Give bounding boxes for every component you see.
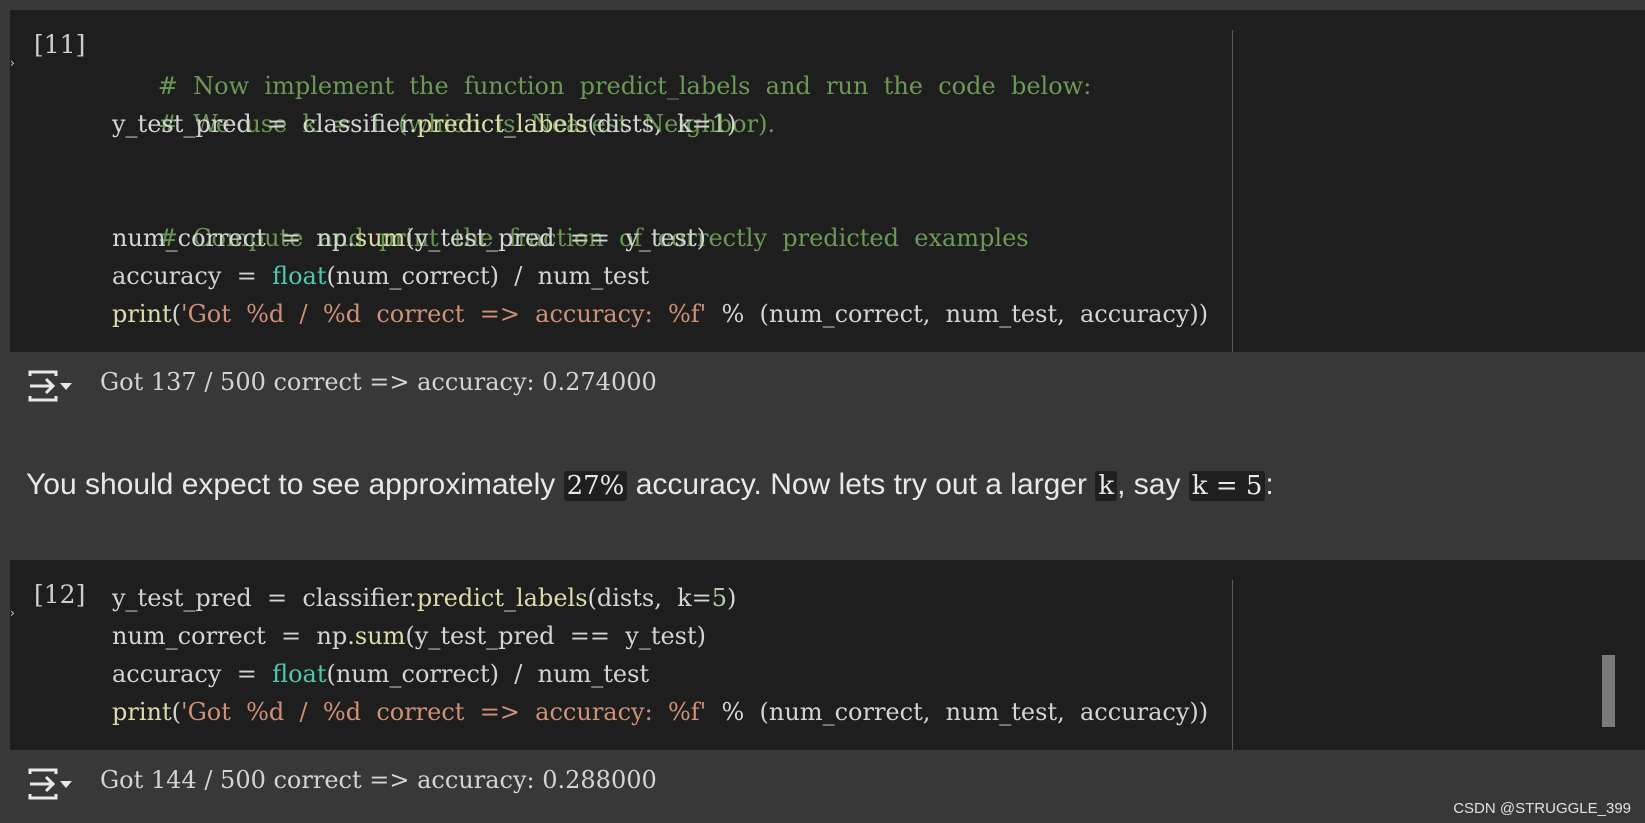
code-cell-12[interactable]: › [12] y_test_pred = classifier.predict_… [10,560,1645,750]
code-line: num_correct = np.sum(y_test_pred == y_te… [112,224,707,252]
watermark: CSDN @STRUGGLE_399 [1453,800,1631,817]
markdown-text: You should expect to see approximately [26,468,564,501]
code-line: # We use k = 1 (which is Nearest Neighbo… [112,67,775,138]
line-length-ruler [1232,30,1233,352]
inline-code: k [1095,471,1118,501]
line-length-ruler [1232,580,1233,750]
inline-code: 27% [563,471,628,501]
code-line: print('Got %d / %d correct => accuracy: … [112,300,1209,328]
code-line: y_test_pred = classifier.predict_labels(… [112,110,737,138]
code-line: # Compute and print the fraction of corr… [112,181,1029,252]
cell-run-chevron-icon[interactable]: › [10,56,16,70]
code-line: y_test_pred = classifier.predict_labels(… [112,584,737,612]
scrollbar-thumb[interactable] [1602,655,1615,727]
execution-count: [11] [34,30,86,59]
cell-12-output: Got 144 / 500 correct => accuracy: 0.288… [0,752,1645,816]
cell-run-chevron-icon[interactable]: › [10,606,16,620]
code-line: # Now implement the function predict_lab… [112,29,1092,100]
output-collapse-icon[interactable] [28,368,74,404]
markdown-text: , say [1117,468,1189,501]
markdown-cell: You should expect to see approximately 2… [26,468,1274,502]
output-text: Got 137 / 500 correct => accuracy: 0.274… [100,368,657,396]
code-line: print('Got %d / %d correct => accuracy: … [112,698,1209,726]
code-editor[interactable]: y_test_pred = classifier.predict_labels(… [112,579,1208,747]
cell-11-output: Got 137 / 500 correct => accuracy: 0.274… [0,354,1645,418]
output-text: Got 144 / 500 correct => accuracy: 0.288… [100,766,657,794]
output-collapse-icon[interactable] [28,766,74,802]
execution-count: [12] [34,580,86,609]
code-line: accuracy = float(num_correct) / num_test [112,262,650,290]
inline-code: k = 5 [1188,471,1266,501]
markdown-text: : [1265,468,1274,501]
code-line: accuracy = float(num_correct) / num_test [112,660,650,688]
markdown-text: accuracy. Now lets try out a larger [627,468,1096,501]
code-line: num_correct = np.sum(y_test_pred == y_te… [112,622,707,650]
code-cell-11[interactable]: › [11] # Now implement the function pred… [10,10,1645,352]
